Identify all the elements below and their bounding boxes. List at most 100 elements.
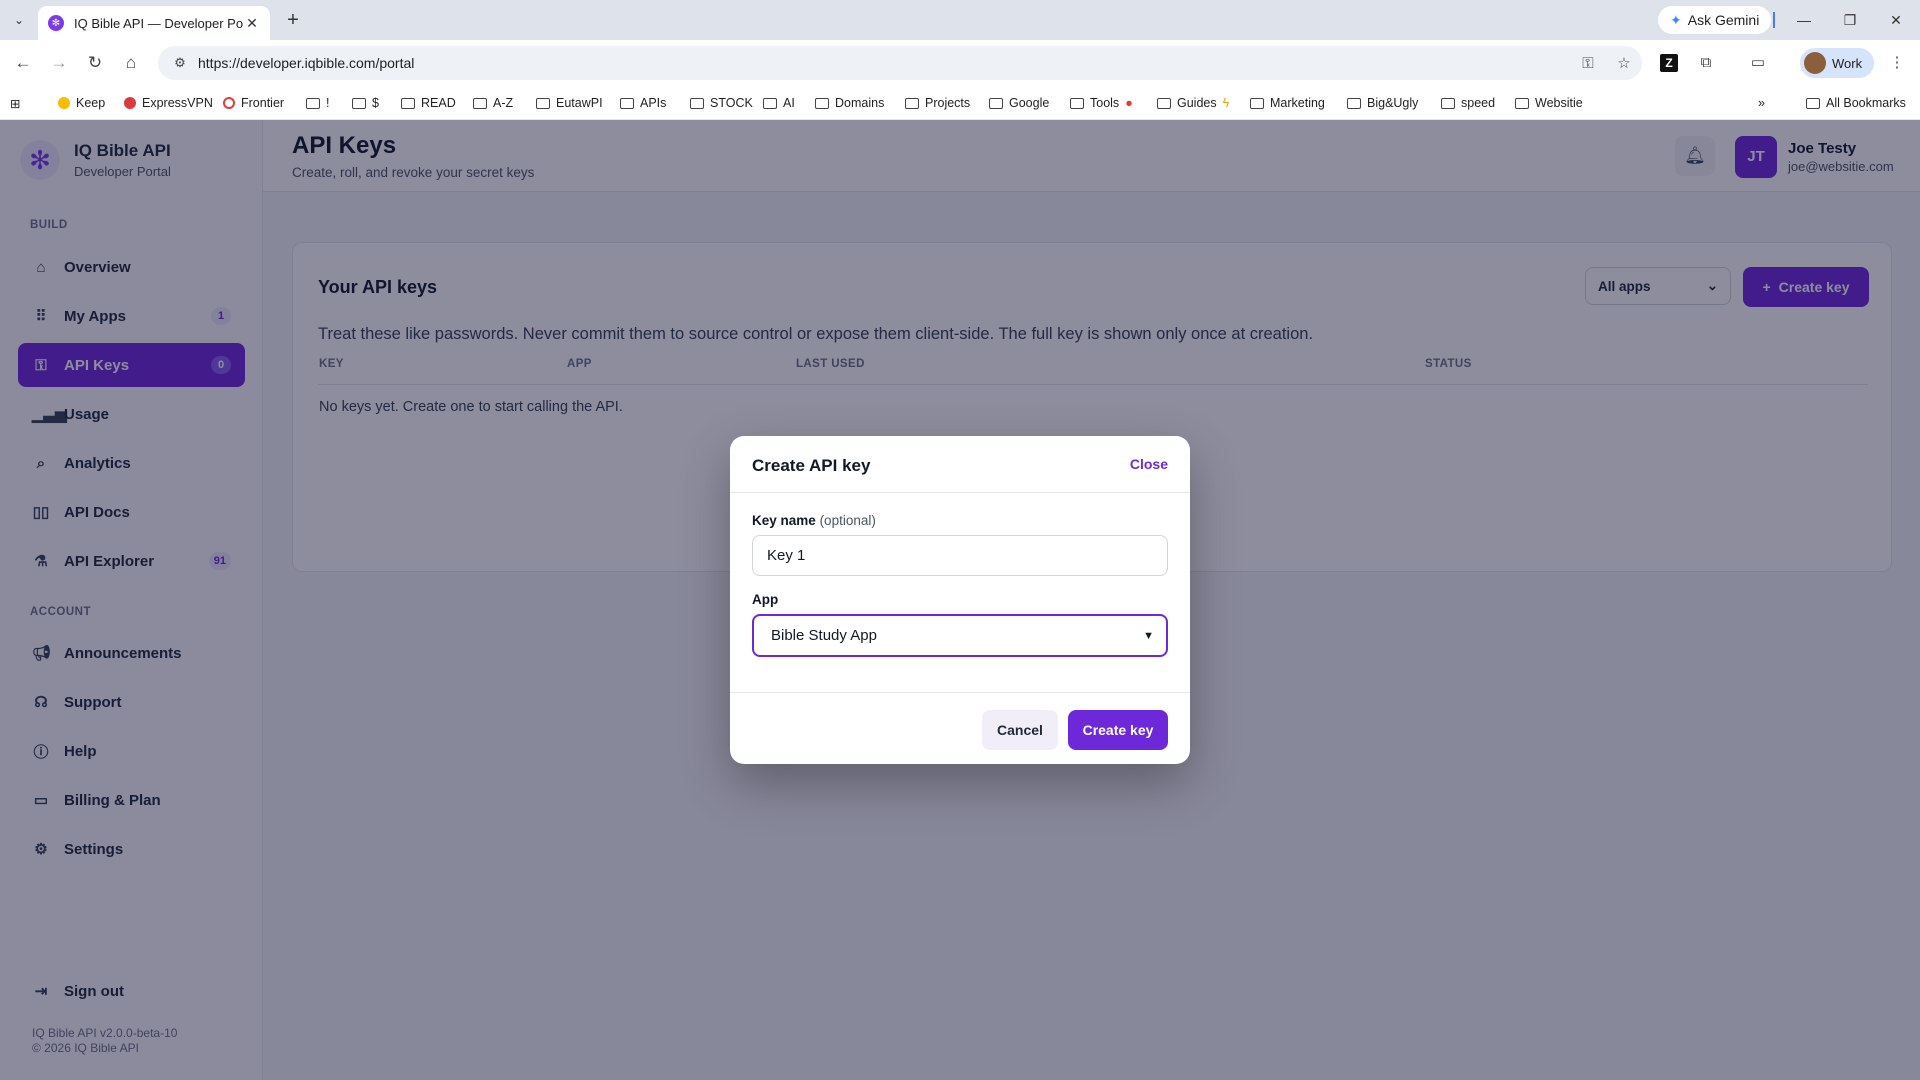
- bookmark-label: Guides: [1177, 96, 1217, 110]
- home-icon[interactable]: ⌂: [118, 50, 144, 76]
- bookmark-label: AI: [783, 96, 795, 110]
- all-bookmarks-label: All Bookmarks: [1826, 96, 1906, 110]
- app-label: App: [752, 592, 779, 607]
- back-arrow-icon[interactable]: ←: [10, 50, 36, 76]
- bookmark-folder[interactable]: $: [352, 86, 379, 120]
- bookmark-folder[interactable]: Domains: [815, 86, 884, 120]
- bookmark-folder[interactable]: !: [306, 86, 329, 120]
- folder-icon: [1070, 97, 1084, 109]
- browser-menu-icon[interactable]: ⋮: [1884, 50, 1910, 76]
- folder-icon: [763, 97, 777, 109]
- bookmark-folder[interactable]: Projects: [905, 86, 970, 120]
- password-key-icon[interactable]: ⚿: [1570, 55, 1606, 72]
- bookmark-folder[interactable]: AI: [763, 86, 795, 120]
- folder-icon: [536, 97, 550, 109]
- bookmark-folder[interactable]: Marketing: [1250, 86, 1325, 120]
- folder-icon: [815, 97, 829, 109]
- bookmark-expressvpn[interactable]: ExpressVPN: [124, 86, 213, 120]
- keep-icon: [58, 97, 70, 109]
- restore-icon[interactable]: ❐: [1838, 8, 1862, 32]
- bookmark-folder[interactable]: STOCK: [690, 86, 753, 120]
- folder-icon: [1441, 97, 1455, 109]
- folder-icon: [401, 97, 415, 109]
- frontier-icon: [223, 97, 235, 109]
- confirm-create-key-button[interactable]: Create key: [1068, 710, 1168, 750]
- bookmark-folder[interactable]: EutawPI: [536, 86, 603, 120]
- bookmark-label: Domains: [835, 96, 885, 110]
- forward-arrow-icon[interactable]: →: [46, 50, 72, 76]
- bookmark-label: Marketing: [1270, 96, 1325, 110]
- bookmark-folder[interactable]: READ: [401, 86, 456, 120]
- dialog-divider: [730, 492, 1190, 493]
- bookmark-folder[interactable]: speed: [1441, 86, 1495, 120]
- all-bookmarks[interactable]: All Bookmarks: [1806, 86, 1906, 120]
- bookmark-star-icon[interactable]: ☆: [1606, 54, 1642, 72]
- dialog-close-button[interactable]: Close: [1130, 456, 1168, 472]
- tab-title: IQ Bible API — Developer Portal: [74, 15, 244, 31]
- bookmark-folder[interactable]: Guides ϟ: [1157, 86, 1229, 120]
- browser-tabstrip: ⌄ ✻ IQ Bible API — Developer Portal ✕ + …: [0, 0, 1920, 40]
- tab-close-icon[interactable]: ✕: [244, 15, 260, 32]
- tab-search-chevron-icon[interactable]: ⌄: [8, 9, 30, 31]
- cancel-button[interactable]: Cancel: [982, 710, 1058, 750]
- url-text[interactable]: https://developer.iqbible.com/portal: [198, 55, 1570, 71]
- bookmark-label: Big&Ugly: [1367, 96, 1419, 110]
- browser-tab[interactable]: ✻ IQ Bible API — Developer Portal ✕: [38, 6, 270, 40]
- folder-icon: [690, 97, 704, 109]
- folder-icon: [473, 97, 487, 109]
- cast-icon[interactable]: ▭: [1745, 50, 1771, 76]
- browser-toolbar: ← → ↻ ⌂ ⚙ https://developer.iqbible.com/…: [0, 40, 1920, 86]
- favicon-icon: ✻: [48, 15, 64, 31]
- profile-avatar: [1804, 52, 1826, 74]
- apps-grid-icon[interactable]: ⊞: [10, 86, 20, 120]
- bookmark-label: Google: [1009, 96, 1050, 110]
- address-bar[interactable]: ⚙ https://developer.iqbible.com/portal ⚿…: [158, 46, 1642, 80]
- bookmark-label: APIs: [640, 96, 667, 110]
- bookmark-folder[interactable]: APIs: [620, 86, 666, 120]
- new-tab-icon[interactable]: +: [282, 9, 304, 31]
- bookmark-folder[interactable]: Websitie: [1515, 86, 1583, 120]
- gemini-spark-icon: ✦: [1670, 11, 1682, 28]
- bookmark-keep[interactable]: Keep: [58, 86, 105, 120]
- folder-icon: [1347, 97, 1361, 109]
- create-api-key-dialog: Create API key Close Key name (optional)…: [730, 436, 1190, 764]
- bookmark-folder[interactable]: Google: [989, 86, 1049, 120]
- dialog-footer-divider: [730, 692, 1190, 693]
- ask-gemini-button[interactable]: ✦ Ask Gemini: [1658, 6, 1772, 34]
- bookmark-label: STOCK: [710, 96, 753, 110]
- bookmark-label: A-Z: [493, 96, 514, 110]
- expressvpn-icon: [124, 97, 136, 109]
- bookmark-label: READ: [421, 96, 456, 110]
- bookmark-label: $: [372, 96, 379, 110]
- bookmark-folder[interactable]: Big&Ugly: [1347, 86, 1418, 120]
- ask-gemini-label: Ask Gemini: [1687, 12, 1760, 28]
- folder-icon: [1250, 97, 1264, 109]
- lightning-icon: ϟ: [1222, 96, 1230, 110]
- site-info-icon[interactable]: ⚙: [166, 55, 194, 71]
- bookmark-folder[interactable]: A-Z: [473, 86, 513, 120]
- tools-emoji-icon: ●: [1125, 96, 1133, 110]
- bookmark-label: Keep: [76, 96, 106, 110]
- profile-button[interactable]: Work: [1800, 48, 1875, 78]
- extensions-puzzle-icon[interactable]: ⧉: [1693, 50, 1719, 76]
- window-close-icon[interactable]: ✕: [1884, 8, 1908, 32]
- z-extension-icon[interactable]: Z: [1660, 54, 1678, 72]
- folder-icon: [306, 97, 320, 109]
- chevron-down-icon: ▼: [1143, 629, 1154, 642]
- bookmark-frontier[interactable]: Frontier: [223, 86, 284, 120]
- dialog-title: Create API key: [752, 456, 871, 475]
- app-select[interactable]: Bible Study App ▼: [752, 614, 1168, 657]
- minimize-icon[interactable]: —: [1792, 8, 1816, 32]
- folder-icon: [1157, 97, 1171, 109]
- bookmark-folder[interactable]: Tools ●: [1070, 86, 1133, 120]
- bookmark-label: Frontier: [241, 96, 285, 110]
- reload-icon[interactable]: ↻: [82, 50, 108, 76]
- key-name-field[interactable]: [752, 535, 1168, 576]
- bookmark-label: ExpressVPN: [142, 96, 213, 110]
- profile-name: Work: [1832, 55, 1863, 71]
- bookmark-label: EutawPI: [556, 96, 603, 110]
- folder-icon: [1806, 97, 1820, 109]
- bookmark-label: speed: [1461, 96, 1496, 110]
- bookmark-label: Websitie: [1535, 96, 1583, 110]
- more-bookmarks-icon[interactable]: »: [1758, 86, 1765, 120]
